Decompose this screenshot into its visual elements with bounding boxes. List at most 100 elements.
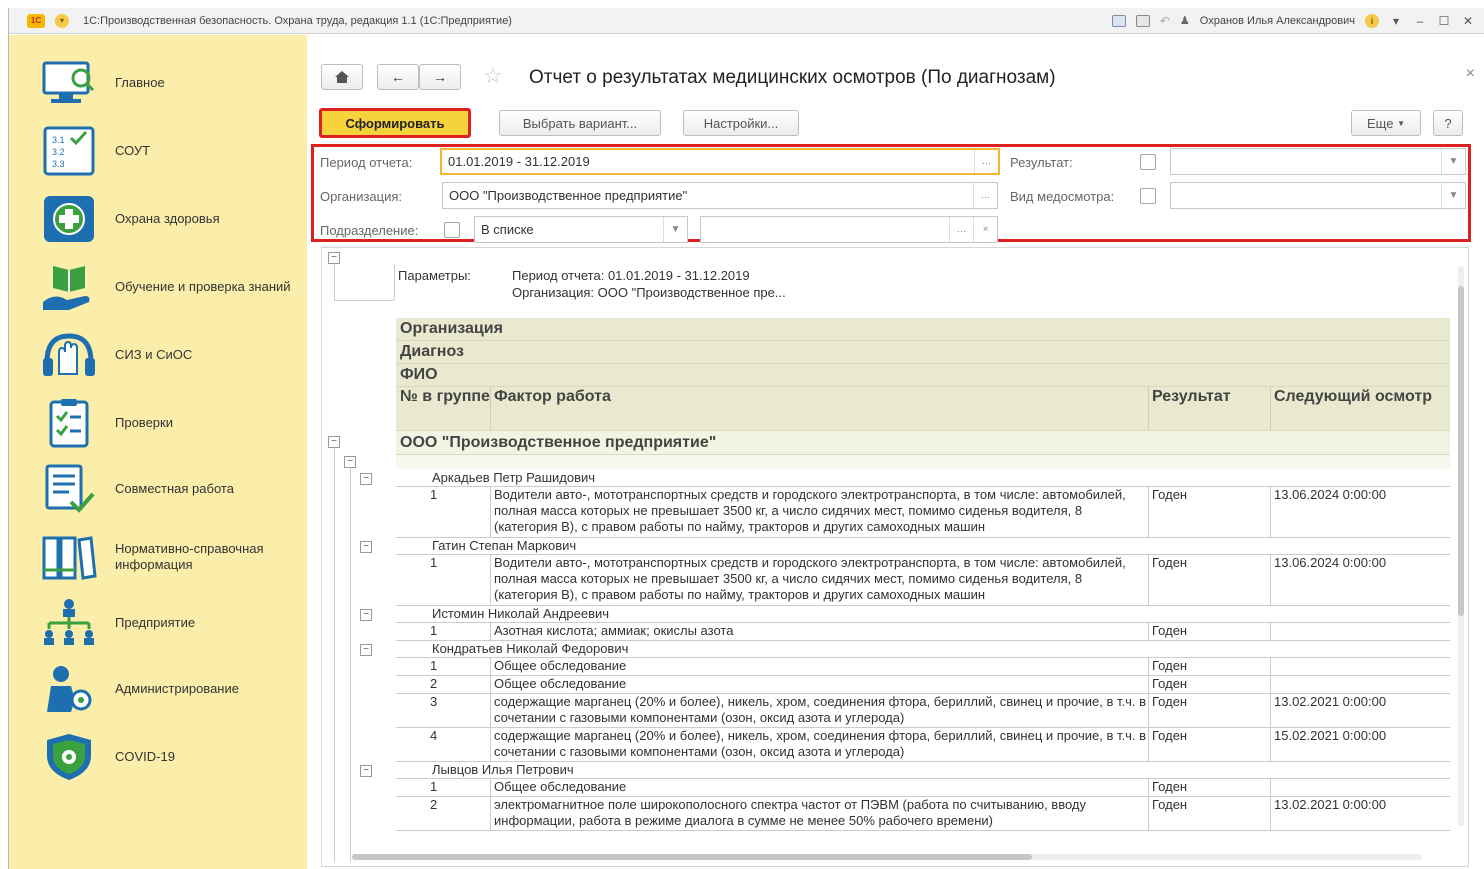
row-result[interactable]: Годен	[1148, 694, 1268, 728]
sidebar-item-health[interactable]: Охрана здоровья	[9, 187, 307, 251]
row-next-exam[interactable]	[1270, 676, 1450, 694]
sidebar-item-covid[interactable]: COVID-19	[9, 725, 307, 789]
menu-arrow-icon[interactable]: ▾	[1389, 14, 1403, 28]
row-number[interactable]: 1	[426, 487, 486, 538]
sidebar-item-reference[interactable]: Нормативно-справочная информация	[9, 525, 307, 589]
department-checkbox[interactable]	[444, 222, 460, 238]
row-number[interactable]: 1	[426, 555, 486, 606]
row-next-exam[interactable]: 13.02.2021 0:00:00	[1270, 694, 1450, 728]
exam-type-select[interactable]: ▼	[1170, 182, 1466, 209]
row-result[interactable]: Годен	[1148, 728, 1268, 762]
row-next-exam[interactable]	[1270, 623, 1450, 641]
collapse-toggle-icon[interactable]: −	[360, 473, 372, 485]
minimize-button[interactable]: –	[1413, 14, 1427, 28]
row-result[interactable]: Годен	[1148, 797, 1268, 831]
row-number[interactable]: 1	[426, 779, 486, 797]
sidebar-item-sout[interactable]: 3.1 3.2 3.3 СОУТ	[9, 119, 307, 183]
close-form-icon[interactable]: ×	[1466, 65, 1475, 83]
row-next-exam[interactable]	[1270, 779, 1450, 797]
collapse-toggle-icon[interactable]: −	[360, 609, 372, 621]
more-button[interactable]: Еще ▼	[1351, 110, 1421, 136]
row-factor[interactable]: содержащие марганец (20% и более), никел…	[490, 728, 1146, 762]
forward-button[interactable]: →	[419, 64, 461, 90]
sidebar-item-main[interactable]: Главное	[9, 51, 307, 115]
collapse-toggle-icon[interactable]: −	[360, 765, 372, 777]
main-menu-icon[interactable]: ▾	[55, 13, 69, 28]
vertical-scrollbar[interactable]	[1458, 266, 1464, 826]
horizontal-scrollbar[interactable]	[352, 854, 1422, 860]
exam-type-checkbox[interactable]	[1140, 188, 1156, 204]
generate-button[interactable]: Сформировать	[319, 108, 471, 138]
row-next-exam[interactable]: 13.06.2024 0:00:00	[1270, 555, 1450, 606]
close-window-button[interactable]: ✕	[1461, 14, 1475, 28]
row-next-exam[interactable]: 13.06.2024 0:00:00	[1270, 487, 1450, 538]
department-select-button[interactable]: …	[949, 217, 973, 242]
collapse-toggle-icon[interactable]: −	[360, 541, 372, 553]
department-clear-button[interactable]: ×	[973, 217, 997, 242]
collapse-toggle-icon[interactable]: −	[328, 436, 340, 448]
print-icon[interactable]	[1135, 14, 1150, 27]
organization-field[interactable]: ООО "Производственное предприятие" …	[442, 182, 998, 209]
person-name[interactable]: Истомин Николай Андреевич	[428, 606, 1128, 623]
period-field[interactable]: 01.01.2019 - 31.12.2019 …	[440, 148, 1000, 175]
row-number[interactable]: 2	[426, 797, 486, 831]
period-select-button[interactable]: …	[974, 150, 998, 173]
result-checkbox[interactable]	[1140, 154, 1156, 170]
choose-variant-button[interactable]: Выбрать вариант...	[499, 110, 661, 136]
undo-icon[interactable]: ↶	[1160, 15, 1170, 27]
report-spreadsheet[interactable]: − Параметры: Период отчета: 01.01.2019 -…	[321, 247, 1469, 867]
row-number[interactable]: 1	[426, 658, 486, 676]
home-button[interactable]	[321, 64, 363, 90]
result-select[interactable]: ▼	[1170, 148, 1466, 175]
info-icon[interactable]: i	[1365, 13, 1379, 28]
row-next-exam[interactable]: 15.02.2021 0:00:00	[1270, 728, 1450, 762]
row-result[interactable]: Годен	[1148, 658, 1268, 676]
collapse-toggle-icon[interactable]: −	[344, 456, 356, 468]
row-factor[interactable]: электромагнитное поле широкополосного сп…	[490, 797, 1146, 831]
chevron-down-icon[interactable]: ▼	[663, 217, 687, 242]
current-user[interactable]: Охранов Илья Александрович	[1200, 15, 1355, 27]
row-result[interactable]: Годен	[1148, 555, 1268, 606]
department-value-field[interactable]: … ×	[700, 216, 998, 243]
row-factor[interactable]: Водители авто-, мототранспортных средств…	[490, 555, 1146, 606]
person-name[interactable]: Гатин Степан Маркович	[428, 538, 1128, 555]
sidebar-item-label: Охрана здоровья	[115, 211, 220, 226]
back-button[interactable]: ←	[377, 64, 419, 90]
row-factor[interactable]: Общее обследование	[490, 676, 1146, 694]
maximize-button[interactable]: ☐	[1437, 14, 1451, 28]
row-result[interactable]: Годен	[1148, 676, 1268, 694]
person-name[interactable]: Лывцов Илья Петрович	[428, 762, 1128, 779]
sidebar-item-inspections[interactable]: Проверки	[9, 391, 307, 455]
row-factor[interactable]: Азотная кислота; аммиак; окислы азота	[490, 623, 1146, 641]
row-factor[interactable]: Общее обследование	[490, 658, 1146, 676]
row-factor[interactable]: Общее обследование	[490, 779, 1146, 797]
row-number[interactable]: 4	[426, 728, 486, 762]
row-next-exam[interactable]: 13.02.2021 0:00:00	[1270, 797, 1450, 831]
sidebar-item-admin[interactable]: Администрирование	[9, 657, 307, 721]
settings-button[interactable]: Настройки...	[683, 110, 799, 136]
row-number[interactable]: 3	[426, 694, 486, 728]
collapse-toggle-icon[interactable]: −	[328, 252, 340, 264]
chevron-down-icon[interactable]: ▼	[1441, 183, 1465, 208]
person-name[interactable]: Кондратьев Николай Федорович	[428, 641, 1128, 658]
row-factor[interactable]: Водители авто-, мототранспортных средств…	[490, 487, 1146, 538]
save-icon[interactable]	[1111, 14, 1126, 27]
row-result[interactable]: Годен	[1148, 779, 1268, 797]
sidebar-item-ppe[interactable]: СИЗ и СиОС	[9, 323, 307, 387]
person-name[interactable]: Аркадьев Петр Рашидович	[428, 470, 1128, 487]
row-number[interactable]: 1	[426, 623, 486, 641]
row-result[interactable]: Годен	[1148, 487, 1268, 538]
row-result[interactable]: Годен	[1148, 623, 1268, 641]
sidebar-item-collaboration[interactable]: Совместная работа	[9, 457, 307, 521]
row-number[interactable]: 2	[426, 676, 486, 694]
organization-select-button[interactable]: …	[973, 183, 997, 208]
favorite-star-icon[interactable]: ☆	[483, 65, 503, 87]
sidebar-item-enterprise[interactable]: Предприятие	[9, 591, 307, 655]
collapse-toggle-icon[interactable]: −	[360, 644, 372, 656]
sidebar-item-training[interactable]: Обучение и проверка знаний	[9, 255, 307, 319]
chevron-down-icon[interactable]: ▼	[1441, 149, 1465, 174]
row-next-exam[interactable]	[1270, 658, 1450, 676]
department-mode-select[interactable]: В списке ▼	[474, 216, 688, 243]
help-button[interactable]: ?	[1433, 110, 1463, 136]
row-factor[interactable]: содержащие марганец (20% и более), никел…	[490, 694, 1146, 728]
